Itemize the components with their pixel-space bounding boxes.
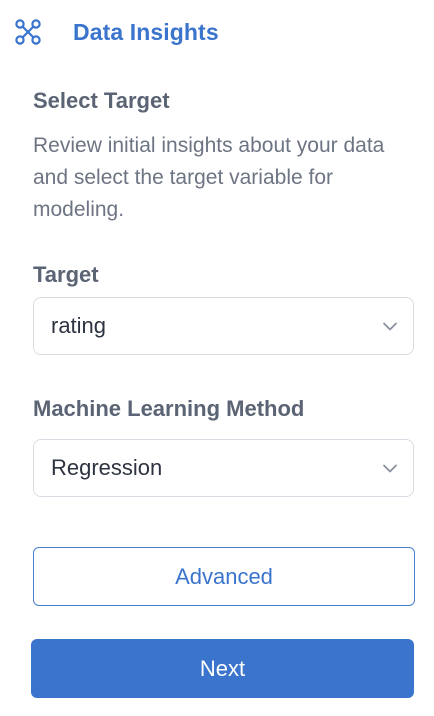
target-label: Target — [33, 262, 99, 287]
method-select-value: Regression — [51, 455, 163, 480]
panel-header: Data Insights — [14, 16, 219, 48]
workflow-nodes-icon — [14, 18, 42, 46]
method-select[interactable]: Regression — [33, 439, 414, 497]
chevron-down-icon — [381, 317, 399, 335]
target-select[interactable]: rating — [33, 297, 414, 355]
section-description: Review initial insights about your data … — [33, 134, 385, 221]
target-select-value: rating — [51, 313, 107, 338]
chevron-down-icon — [381, 459, 399, 477]
page-title: Data Insights — [73, 18, 219, 45]
section-title: Select Target — [33, 88, 170, 113]
method-label: Machine Learning Method — [33, 396, 305, 421]
next-button[interactable]: Next — [31, 639, 414, 698]
advanced-button[interactable]: Advanced — [33, 547, 415, 606]
